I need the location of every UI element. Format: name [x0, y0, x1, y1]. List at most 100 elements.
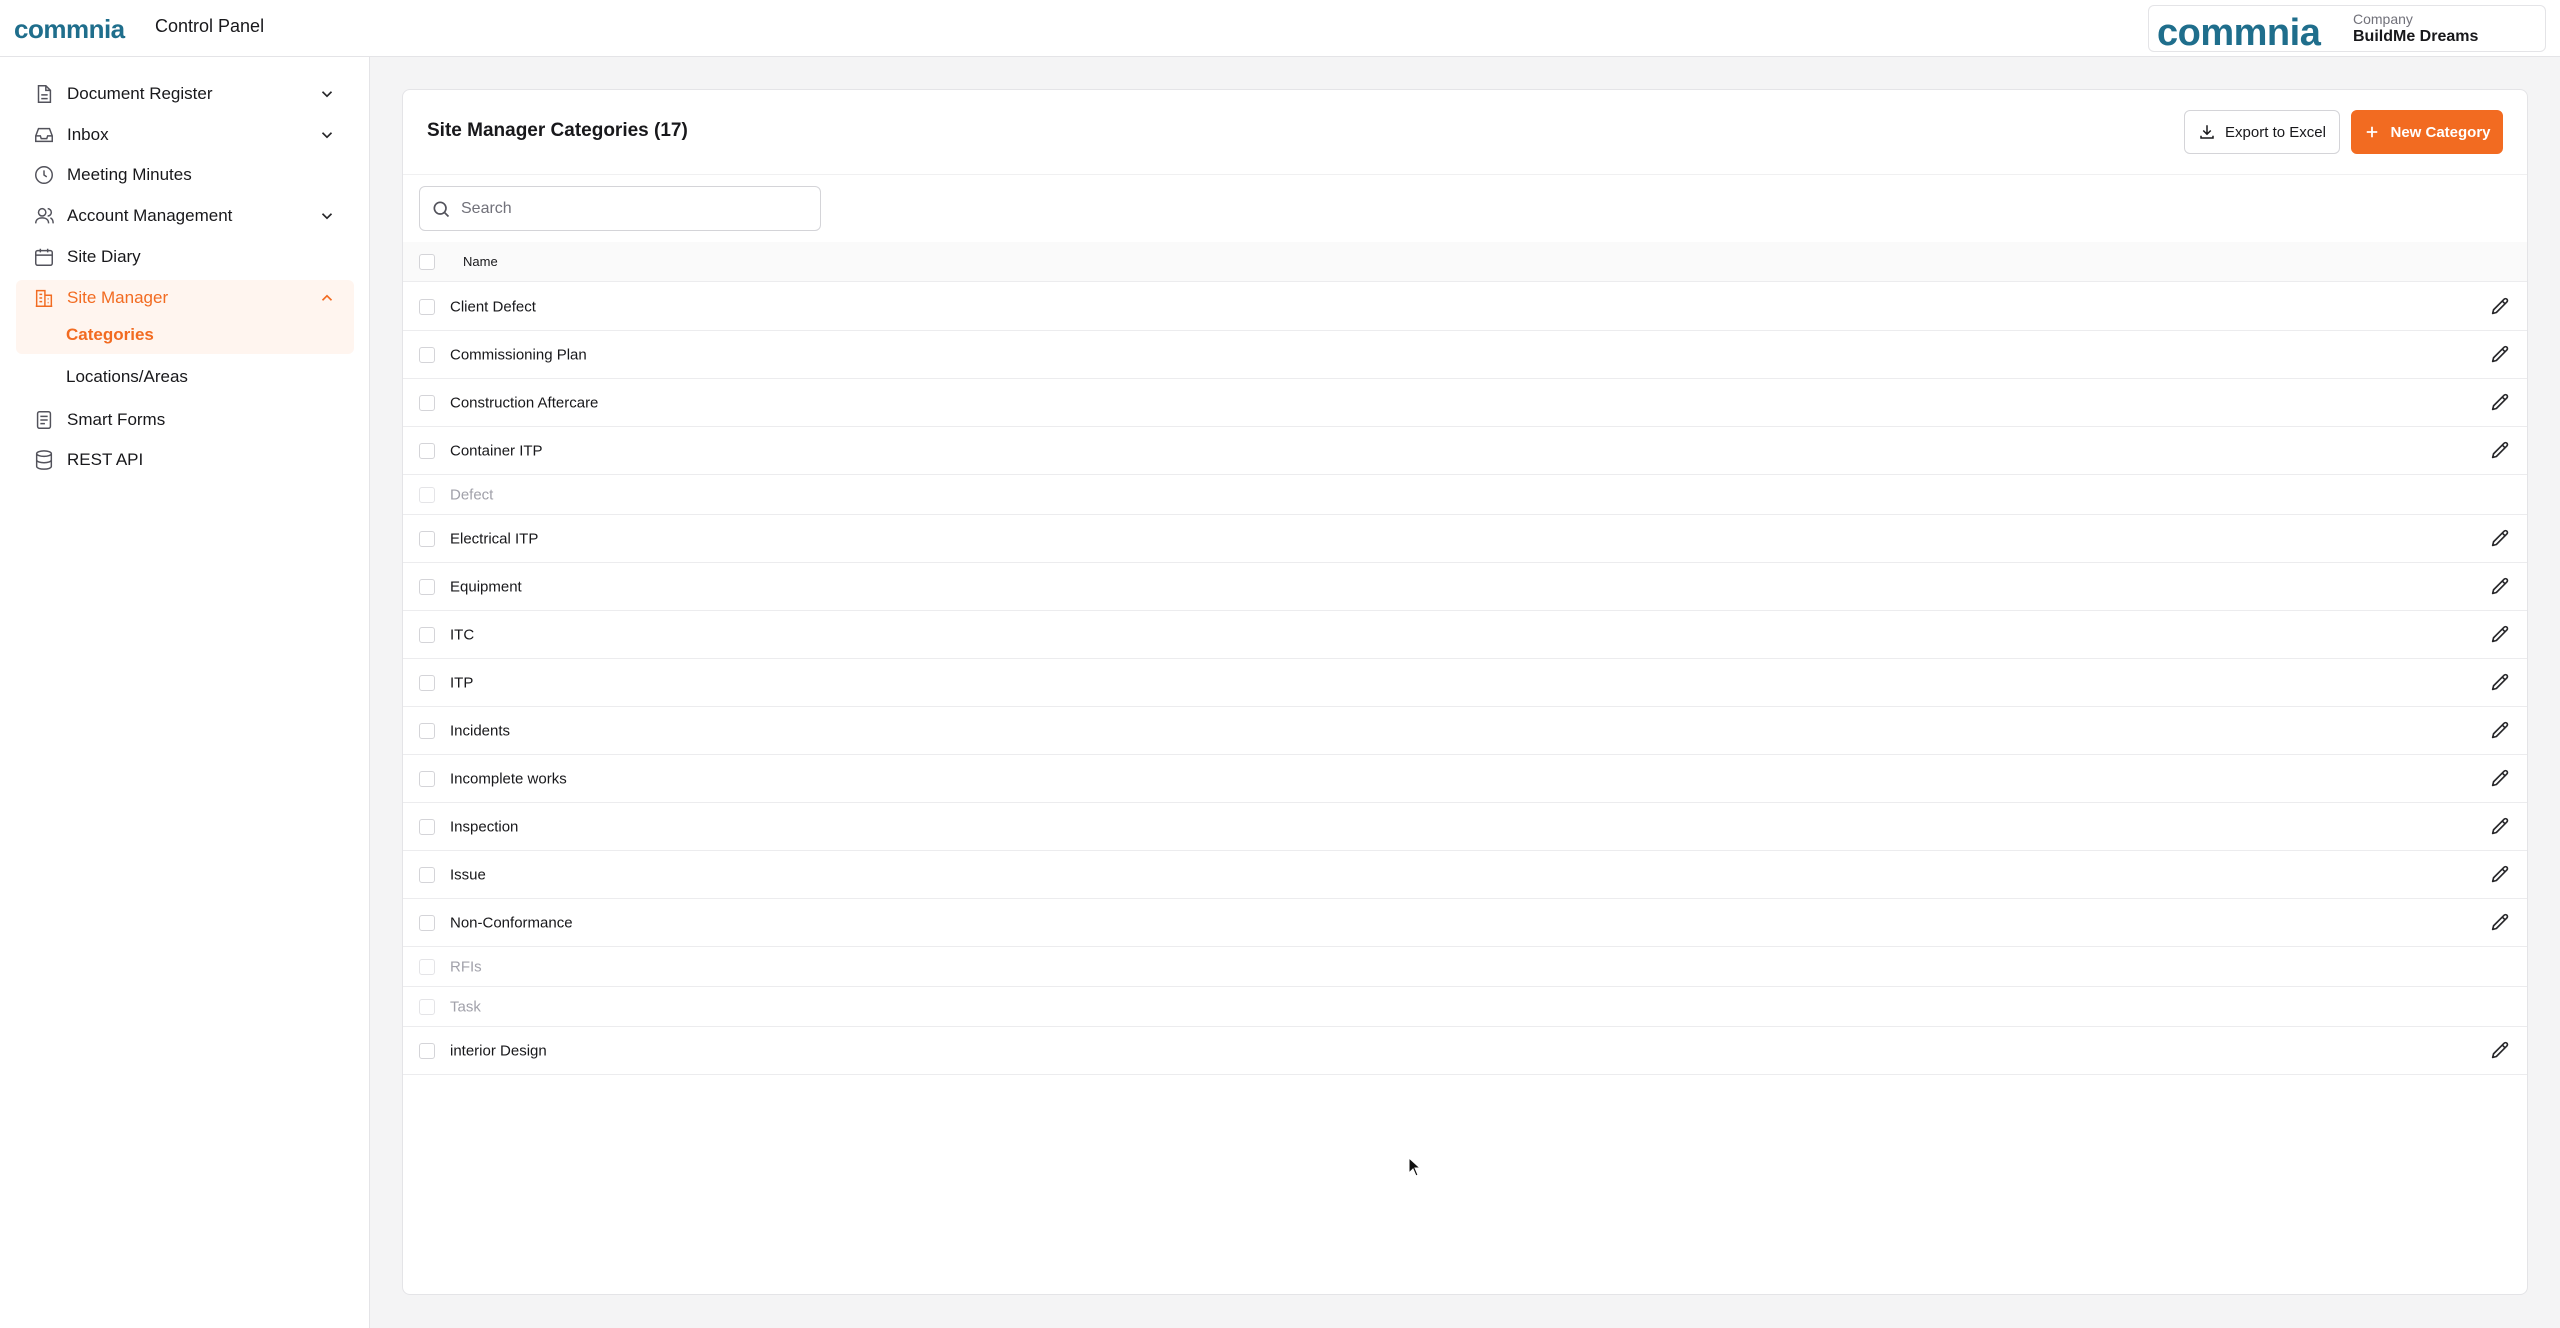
pencil-icon[interactable]: [2489, 392, 2511, 414]
sidebar-item-label: Document Register: [67, 84, 213, 103]
calendar-icon: [33, 246, 55, 268]
table-row[interactable]: RFIs: [403, 947, 2527, 987]
table-row[interactable]: interior Design: [403, 1027, 2527, 1075]
sidebar-item-label: REST API: [67, 450, 144, 469]
document-icon: [33, 83, 55, 105]
page-title: Site Manager Categories (17): [427, 120, 688, 141]
category-name: Incidents: [450, 722, 511, 739]
row-checkbox[interactable]: [419, 486, 435, 503]
category-name: Task: [450, 998, 481, 1015]
row-checkbox[interactable]: [419, 346, 435, 363]
table-row[interactable]: Non-Conformance: [403, 899, 2527, 947]
sidebar-item-inbox[interactable]: Inbox: [16, 117, 354, 153]
download-icon: [2200, 125, 2214, 139]
sidebar-item-rest-api[interactable]: REST API: [16, 442, 354, 478]
search-box[interactable]: [419, 186, 821, 231]
table-row[interactable]: Client Defect: [403, 283, 2527, 331]
pencil-icon[interactable]: [2489, 672, 2511, 694]
table-row[interactable]: Task: [403, 987, 2527, 1027]
pencil-icon[interactable]: [2489, 624, 2511, 646]
row-checkbox[interactable]: [419, 722, 435, 739]
sidebar-item-label: Smart Forms: [67, 410, 166, 429]
table-row[interactable]: Issue: [403, 851, 2527, 899]
pencil-icon[interactable]: [2489, 344, 2511, 366]
form-icon: [33, 409, 55, 431]
table-row[interactable]: Inspection: [403, 803, 2527, 851]
inbox-icon: [33, 124, 55, 146]
row-checkbox[interactable]: [419, 866, 435, 883]
pencil-icon[interactable]: [2489, 440, 2511, 462]
table-row[interactable]: Electrical ITP: [403, 515, 2527, 563]
sidebar-item-account-management[interactable]: Account Management: [16, 198, 354, 234]
sidebar: Document Register Inbox Meeting Minutes …: [0, 57, 370, 1328]
company-logo: commnia: [2157, 12, 2322, 54]
category-name: Container ITP: [450, 442, 543, 459]
category-name: Defect: [450, 486, 494, 503]
sidebar-item-label: Meeting Minutes: [67, 165, 192, 184]
row-checkbox[interactable]: [419, 394, 435, 411]
category-name: ITC: [450, 626, 475, 643]
pencil-icon[interactable]: [2489, 912, 2511, 934]
column-header-name[interactable]: Name: [463, 254, 498, 269]
users-icon: [33, 205, 55, 227]
chevron-down-icon[interactable]: [318, 85, 336, 103]
pencil-icon[interactable]: [2489, 768, 2511, 790]
row-checkbox[interactable]: [419, 958, 435, 975]
commnia-logo[interactable]: commnia: [14, 14, 142, 44]
plus-icon: [2367, 126, 2378, 138]
row-checkbox[interactable]: [419, 674, 435, 691]
table-row[interactable]: ITP: [403, 659, 2527, 707]
sidebar-subitem-categories[interactable]: Categories: [16, 316, 354, 354]
pencil-icon[interactable]: [2489, 1040, 2511, 1062]
chevron-down-icon[interactable]: [318, 126, 336, 144]
row-checkbox[interactable]: [419, 626, 435, 643]
category-name: Client Defect: [450, 298, 536, 315]
table-row[interactable]: Defect: [403, 475, 2527, 515]
row-checkbox[interactable]: [419, 442, 435, 459]
pencil-icon[interactable]: [2489, 296, 2511, 318]
search-input[interactable]: [461, 188, 820, 229]
sidebar-item-site-diary[interactable]: Site Diary: [16, 239, 354, 275]
row-checkbox[interactable]: [419, 298, 435, 315]
table-row[interactable]: ITC: [403, 611, 2527, 659]
row-checkbox[interactable]: [419, 770, 435, 787]
sidebar-item-label: Inbox: [67, 125, 109, 144]
table-row[interactable]: Container ITP: [403, 427, 2527, 475]
pencil-icon[interactable]: [2489, 576, 2511, 598]
row-checkbox[interactable]: [419, 578, 435, 595]
category-name: RFIs: [450, 958, 482, 975]
row-checkbox[interactable]: [419, 914, 435, 931]
table-row[interactable]: Commissioning Plan: [403, 331, 2527, 379]
table-row[interactable]: Construction Aftercare: [403, 379, 2527, 427]
category-name: interior Design: [450, 1042, 547, 1059]
pencil-icon[interactable]: [2489, 816, 2511, 838]
export-to-excel-button[interactable]: Export to Excel: [2184, 110, 2340, 154]
company-logo-text: commnia: [2157, 12, 2322, 54]
categories-panel: Site Manager Categories (17) Export to E…: [402, 89, 2528, 1295]
select-all-checkbox[interactable]: [419, 254, 435, 270]
pencil-icon[interactable]: [2489, 864, 2511, 886]
export-label: Export to Excel: [2225, 123, 2326, 141]
row-checkbox[interactable]: [419, 530, 435, 547]
pencil-icon[interactable]: [2489, 720, 2511, 742]
chevron-up-icon[interactable]: [318, 289, 336, 307]
pencil-icon[interactable]: [2489, 528, 2511, 550]
sidebar-subitem-locations-areas[interactable]: Locations/Areas: [16, 358, 354, 396]
table-row[interactable]: Incomplete works: [403, 755, 2527, 803]
sidebar-item-document-register[interactable]: Document Register: [16, 76, 354, 112]
company-switcher[interactable]: commnia Company BuildMe Dreams: [2148, 5, 2546, 54]
category-name: Electrical ITP: [450, 530, 539, 547]
sidebar-item-meeting-minutes[interactable]: Meeting Minutes: [16, 157, 354, 193]
row-checkbox[interactable]: [419, 1042, 435, 1059]
sidebar-item-smart-forms[interactable]: Smart Forms: [16, 402, 354, 438]
row-checkbox[interactable]: [419, 818, 435, 835]
app-title: Control Panel: [155, 16, 265, 36]
row-checkbox[interactable]: [419, 998, 435, 1015]
chevron-down-icon[interactable]: [318, 207, 336, 225]
table-row[interactable]: Incidents: [403, 707, 2527, 755]
database-icon: [33, 449, 55, 471]
table-row[interactable]: Equipment: [403, 563, 2527, 611]
sidebar-item-site-manager[interactable]: Site Manager: [16, 280, 354, 316]
new-category-button[interactable]: New Category: [2351, 110, 2503, 154]
building-icon: [33, 287, 55, 309]
